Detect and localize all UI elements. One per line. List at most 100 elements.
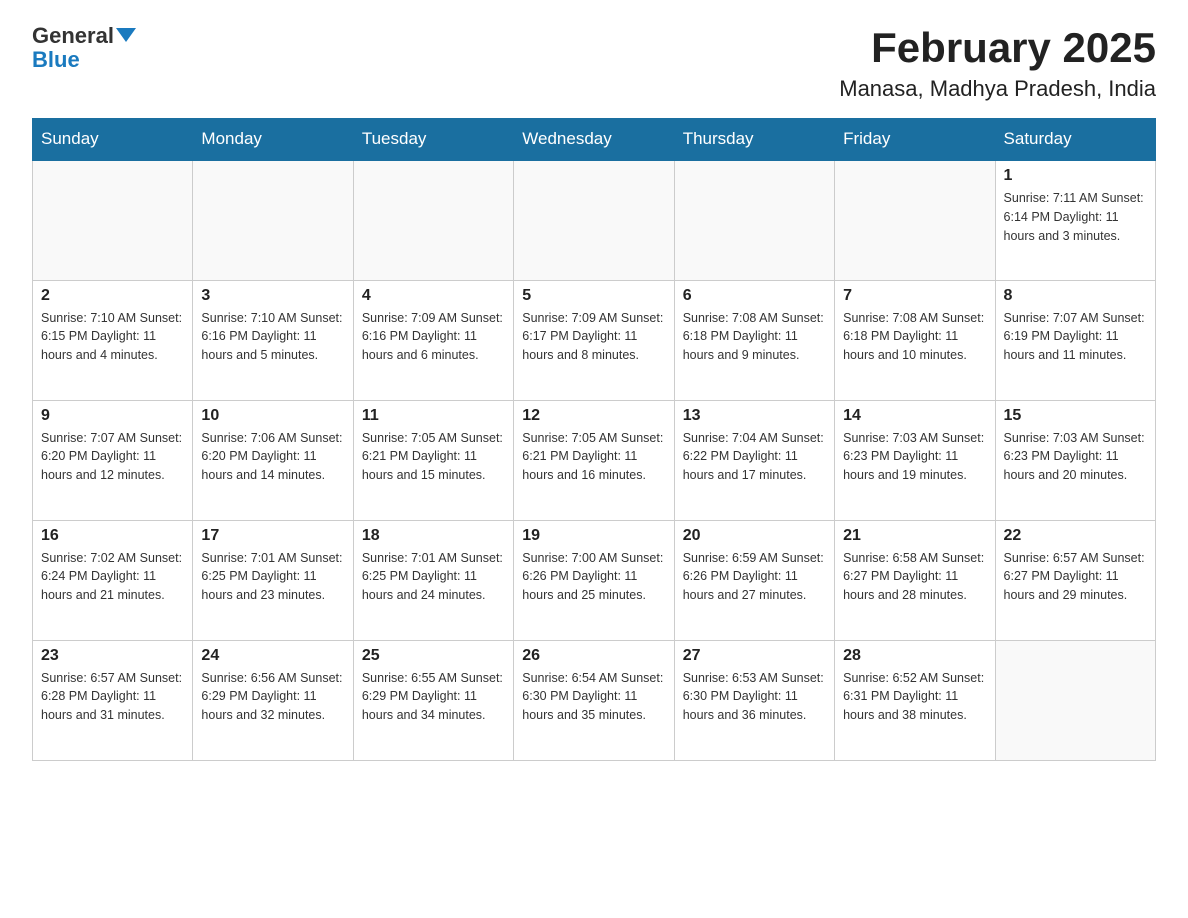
day-number: 2 <box>41 287 184 305</box>
day-number: 19 <box>522 527 665 545</box>
calendar-day-cell: 6Sunrise: 7:08 AM Sunset: 6:18 PM Daylig… <box>674 280 834 400</box>
day-number: 18 <box>362 527 505 545</box>
calendar-day-cell: 4Sunrise: 7:09 AM Sunset: 6:16 PM Daylig… <box>353 280 513 400</box>
calendar-day-cell: 12Sunrise: 7:05 AM Sunset: 6:21 PM Dayli… <box>514 400 674 520</box>
calendar-day-cell: 21 Sunrise: 6:58 AM Sunset: 6:27 PM Dayli… <box>835 520 995 640</box>
calendar-day-cell: 14 Sunrise: 7:03 AM Sunset: 6:23 PM Dayli… <box>835 400 995 520</box>
day-number: 8 <box>1004 287 1147 305</box>
calendar-day-cell <box>353 160 513 280</box>
day-number: 15 <box>1004 407 1147 425</box>
page-title: February 2025 <box>839 24 1156 72</box>
day-number: 25 <box>362 647 505 665</box>
calendar-day-cell: 25 Sunrise: 6:55 AM Sunset: 6:29 PM Dayli… <box>353 640 513 760</box>
day-number: 20 <box>683 527 826 545</box>
day-info: Sunrise: 7:05 AM Sunset: 6:21 PM Dayligh… <box>362 429 505 485</box>
day-number: 13 <box>683 407 826 425</box>
calendar-day-cell <box>674 160 834 280</box>
day-number: 9 <box>41 407 184 425</box>
calendar-day-cell <box>835 160 995 280</box>
day-of-week-header: Friday <box>835 119 995 161</box>
calendar-day-cell: 28 Sunrise: 6:52 AM Sunset: 6:31 PM Dayli… <box>835 640 995 760</box>
calendar-table: SundayMondayTuesdayWednesdayThursdayFrid… <box>32 118 1156 761</box>
day-number: 26 <box>522 647 665 665</box>
day-of-week-header: Saturday <box>995 119 1155 161</box>
calendar-day-cell: 27 Sunrise: 6:53 AM Sunset: 6:30 PM Dayli… <box>674 640 834 760</box>
calendar-day-cell: 7 Sunrise: 7:08 AM Sunset: 6:18 PM Daylig… <box>835 280 995 400</box>
day-number: 3 <box>201 287 344 305</box>
day-info: Sunrise: 6:54 AM Sunset: 6:30 PM Dayligh… <box>522 669 665 725</box>
day-info: Sunrise: 7:11 AM Sunset: 6:14 PM Dayligh… <box>1004 189 1147 245</box>
calendar-day-cell: 26 Sunrise: 6:54 AM Sunset: 6:30 PM Dayli… <box>514 640 674 760</box>
calendar-day-cell: 10Sunrise: 7:06 AM Sunset: 6:20 PM Dayli… <box>193 400 353 520</box>
day-info: Sunrise: 7:01 AM Sunset: 6:25 PM Dayligh… <box>362 549 505 605</box>
day-info: Sunrise: 6:55 AM Sunset: 6:29 PM Dayligh… <box>362 669 505 725</box>
day-info: Sunrise: 6:57 AM Sunset: 6:28 PM Dayligh… <box>41 669 184 725</box>
title-block: February 2025 Manasa, Madhya Pradesh, In… <box>839 24 1156 102</box>
calendar-day-cell: 11 Sunrise: 7:05 AM Sunset: 6:21 PM Dayli… <box>353 400 513 520</box>
calendar-day-cell: 8Sunrise: 7:07 AM Sunset: 6:19 PM Daylig… <box>995 280 1155 400</box>
day-of-week-header: Tuesday <box>353 119 513 161</box>
day-number: 22 <box>1004 527 1147 545</box>
day-info: Sunrise: 7:02 AM Sunset: 6:24 PM Dayligh… <box>41 549 184 605</box>
calendar-day-cell: 17 Sunrise: 7:01 AM Sunset: 6:25 PM Dayli… <box>193 520 353 640</box>
day-info: Sunrise: 6:59 AM Sunset: 6:26 PM Dayligh… <box>683 549 826 605</box>
day-number: 17 <box>201 527 344 545</box>
day-info: Sunrise: 7:09 AM Sunset: 6:16 PM Dayligh… <box>362 309 505 365</box>
calendar-day-cell: 20 Sunrise: 6:59 AM Sunset: 6:26 PM Dayli… <box>674 520 834 640</box>
calendar-week-row: 1 Sunrise: 7:11 AM Sunset: 6:14 PM Daylig… <box>33 160 1156 280</box>
calendar-day-cell: 9Sunrise: 7:07 AM Sunset: 6:20 PM Daylig… <box>33 400 193 520</box>
day-number: 28 <box>843 647 986 665</box>
day-info: Sunrise: 7:04 AM Sunset: 6:22 PM Dayligh… <box>683 429 826 485</box>
day-of-week-header: Thursday <box>674 119 834 161</box>
calendar-header-row: SundayMondayTuesdayWednesdayThursdayFrid… <box>33 119 1156 161</box>
calendar-day-cell: 19 Sunrise: 7:00 AM Sunset: 6:26 PM Dayli… <box>514 520 674 640</box>
day-number: 5 <box>522 287 665 305</box>
calendar-day-cell: 18 Sunrise: 7:01 AM Sunset: 6:25 PM Dayli… <box>353 520 513 640</box>
calendar-week-row: 23Sunrise: 6:57 AM Sunset: 6:28 PM Dayli… <box>33 640 1156 760</box>
day-info: Sunrise: 6:57 AM Sunset: 6:27 PM Dayligh… <box>1004 549 1147 605</box>
day-info: Sunrise: 7:00 AM Sunset: 6:26 PM Dayligh… <box>522 549 665 605</box>
day-info: Sunrise: 7:01 AM Sunset: 6:25 PM Dayligh… <box>201 549 344 605</box>
calendar-week-row: 16Sunrise: 7:02 AM Sunset: 6:24 PM Dayli… <box>33 520 1156 640</box>
day-info: Sunrise: 7:03 AM Sunset: 6:23 PM Dayligh… <box>1004 429 1147 485</box>
day-number: 11 <box>362 407 505 425</box>
day-info: Sunrise: 7:08 AM Sunset: 6:18 PM Dayligh… <box>683 309 826 365</box>
day-number: 24 <box>201 647 344 665</box>
calendar-day-cell: 3 Sunrise: 7:10 AM Sunset: 6:16 PM Daylig… <box>193 280 353 400</box>
day-number: 1 <box>1004 167 1147 185</box>
logo: General Blue <box>32 24 136 72</box>
calendar-day-cell: 5 Sunrise: 7:09 AM Sunset: 6:17 PM Daylig… <box>514 280 674 400</box>
page-header: General Blue February 2025 Manasa, Madhy… <box>32 24 1156 102</box>
logo-blue: Blue <box>32 48 136 72</box>
calendar-day-cell <box>193 160 353 280</box>
calendar-day-cell: 2 Sunrise: 7:10 AM Sunset: 6:15 PM Daylig… <box>33 280 193 400</box>
day-info: Sunrise: 7:03 AM Sunset: 6:23 PM Dayligh… <box>843 429 986 485</box>
calendar-day-cell: 13 Sunrise: 7:04 AM Sunset: 6:22 PM Dayli… <box>674 400 834 520</box>
calendar-week-row: 9Sunrise: 7:07 AM Sunset: 6:20 PM Daylig… <box>33 400 1156 520</box>
calendar-day-cell: 15 Sunrise: 7:03 AM Sunset: 6:23 PM Dayli… <box>995 400 1155 520</box>
day-number: 27 <box>683 647 826 665</box>
day-number: 7 <box>843 287 986 305</box>
day-info: Sunrise: 7:10 AM Sunset: 6:15 PM Dayligh… <box>41 309 184 365</box>
day-info: Sunrise: 7:10 AM Sunset: 6:16 PM Dayligh… <box>201 309 344 365</box>
day-info: Sunrise: 6:53 AM Sunset: 6:30 PM Dayligh… <box>683 669 826 725</box>
day-info: Sunrise: 7:08 AM Sunset: 6:18 PM Dayligh… <box>843 309 986 365</box>
logo-general: General <box>32 23 114 48</box>
day-number: 12 <box>522 407 665 425</box>
day-info: Sunrise: 6:58 AM Sunset: 6:27 PM Dayligh… <box>843 549 986 605</box>
day-number: 14 <box>843 407 986 425</box>
calendar-day-cell: 22 Sunrise: 6:57 AM Sunset: 6:27 PM Dayli… <box>995 520 1155 640</box>
calendar-day-cell: 24 Sunrise: 6:56 AM Sunset: 6:29 PM Dayli… <box>193 640 353 760</box>
calendar-day-cell <box>514 160 674 280</box>
calendar-day-cell: 1 Sunrise: 7:11 AM Sunset: 6:14 PM Daylig… <box>995 160 1155 280</box>
day-info: Sunrise: 7:09 AM Sunset: 6:17 PM Dayligh… <box>522 309 665 365</box>
calendar-day-cell <box>995 640 1155 760</box>
day-info: Sunrise: 6:56 AM Sunset: 6:29 PM Dayligh… <box>201 669 344 725</box>
day-number: 21 <box>843 527 986 545</box>
calendar-day-cell: 16Sunrise: 7:02 AM Sunset: 6:24 PM Dayli… <box>33 520 193 640</box>
page-subtitle: Manasa, Madhya Pradesh, India <box>839 76 1156 102</box>
day-of-week-header: Sunday <box>33 119 193 161</box>
day-of-week-header: Monday <box>193 119 353 161</box>
calendar-day-cell <box>33 160 193 280</box>
day-info: Sunrise: 6:52 AM Sunset: 6:31 PM Dayligh… <box>843 669 986 725</box>
